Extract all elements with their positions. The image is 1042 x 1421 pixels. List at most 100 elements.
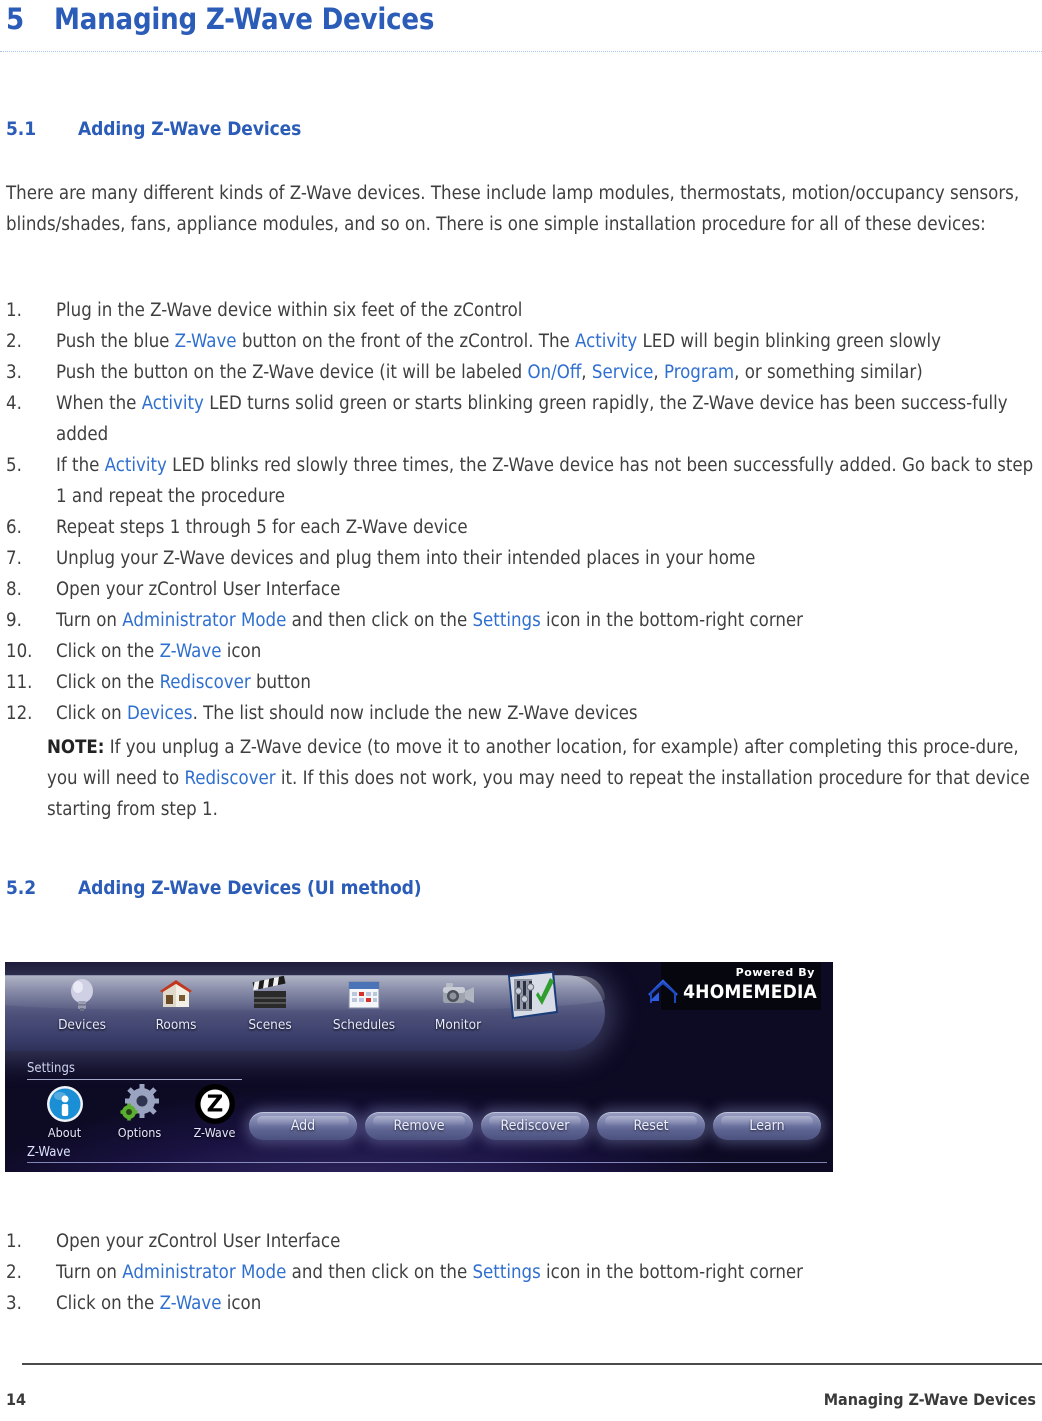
brand-row: 4HOMEMEDIA: [647, 979, 817, 1005]
text-run: icon: [221, 641, 262, 662]
zwave-underline: [27, 1162, 827, 1163]
camera-icon: [411, 974, 505, 1016]
brand-name: 4HOMEMEDIA: [683, 981, 817, 1003]
nav-item-scenes[interactable]: Scenes: [223, 974, 317, 1033]
list-item-text: Click on the Z-Wave icon: [56, 641, 261, 662]
highlighted-term: Activity: [104, 455, 167, 476]
nav-item-rooms[interactable]: Rooms: [129, 974, 223, 1033]
list-item: 3. Click on the Z-Wave icon: [6, 1288, 1036, 1319]
settings-tile-button[interactable]: [502, 969, 562, 1025]
section-heading-5-1: 5.1 Adding Z-Wave Devices: [6, 118, 301, 140]
list-item: 8. Open your zControl User Interface: [6, 574, 1036, 605]
nav-item-devices[interactable]: Devices: [35, 974, 129, 1033]
add-button[interactable]: Add: [249, 1112, 357, 1140]
section-heading-5-2: 5.2 Adding Z-Wave Devices (UI method): [6, 877, 422, 899]
text-run: Open your zControl User Interface: [56, 579, 341, 600]
list-item: 7. Unplug your Z-Wave devices and plug th…: [6, 543, 1036, 574]
list-item-text: Click on Devices. The list should now in…: [56, 703, 638, 724]
text-run: . The list should now include the new Z-…: [192, 703, 638, 724]
ui-procedure-list: 1. Open your zControl User Interface 2. Tur…: [6, 1226, 1036, 1319]
highlighted-term: Z-Wave: [159, 641, 222, 662]
list-item-text: If the Activity LED blinks red slowly th…: [56, 455, 1033, 507]
list-item-text: Open your zControl User Interface: [56, 579, 340, 600]
document-page: 5 Managing Z-Wave Devices 5.1 Adding Z-W…: [0, 0, 1042, 1421]
text-run: Unplug your Z-Wave devices and plug them…: [56, 548, 756, 569]
nav-item-schedules[interactable]: Schedules: [317, 974, 411, 1033]
list-item-number: 4.: [6, 393, 22, 414]
chapter-title: Managing Z-Wave Devices: [54, 2, 435, 36]
page-footer: 14 Managing Z-Wave Devices: [6, 1390, 1036, 1409]
nav-item-monitor[interactable]: Monitor: [411, 974, 505, 1033]
reset-button[interactable]: Reset: [597, 1112, 705, 1140]
text-run: Push the blue: [56, 331, 175, 352]
calendar-icon: [317, 974, 411, 1016]
zcontrol-ui-screenshot: Devices Rooms Scenes Schedules Monitor Power…: [5, 962, 833, 1172]
zwave-action-buttons: Add Remove Rediscover Reset Learn: [249, 1112, 821, 1140]
clapperboard-icon: [223, 974, 317, 1016]
nav-item-label: Monitor: [434, 1017, 482, 1033]
text-run: icon in the bottom-right corner: [540, 1262, 803, 1283]
text-run: Click on: [56, 703, 127, 724]
learn-button[interactable]: Learn: [713, 1112, 821, 1140]
note-text: If you unplug a Z-Wave device (to move i…: [47, 737, 1030, 820]
text-run: and then click on the: [286, 610, 473, 631]
page-number: 14: [6, 1390, 27, 1409]
list-item-number: 9.: [6, 610, 22, 631]
gear-icon: [102, 1083, 177, 1125]
highlighted-term: On/Off: [527, 362, 582, 383]
highlighted-term: Devices: [126, 703, 193, 724]
list-item: 6. Repeat steps 1 through 5 for each Z-Wa…: [6, 512, 1036, 543]
settings-item-about[interactable]: About: [27, 1083, 102, 1140]
text-run: Push the button on the Z-Wave device (it…: [56, 362, 528, 383]
list-item-number: 8.: [6, 579, 22, 600]
text-run: , or something similar): [734, 362, 923, 383]
lightbulb-icon: [35, 974, 129, 1016]
list-item: 4. When the Activity LED turns solid gree…: [6, 388, 1036, 450]
navigation-items: Devices Rooms Scenes Schedules Monitor: [35, 974, 505, 1033]
list-item-text: Plug in the Z-Wave device within six fee…: [56, 300, 522, 321]
powered-by-label: Powered By: [735, 966, 815, 979]
highlighted-term: Activity: [141, 393, 204, 414]
text-run: icon: [221, 1293, 262, 1314]
highlighted-term: Administrator Mode: [122, 610, 287, 631]
note-block: NOTE: If you unplug a Z-Wave device (to …: [47, 732, 1035, 825]
header-divider: [0, 51, 1042, 53]
list-item: 3. Push the button on the Z-Wave device (…: [6, 357, 1036, 388]
highlighted-term: Rediscover: [184, 768, 276, 789]
settings-item-options[interactable]: Options: [102, 1083, 177, 1140]
text-run: When the: [56, 393, 142, 414]
list-item-number: 10.: [6, 641, 33, 662]
nav-item-label: Devices: [58, 1017, 106, 1033]
footer-divider: [22, 1363, 1042, 1365]
list-item-number: 3.: [6, 362, 22, 383]
list-item-number: 1.: [6, 300, 22, 321]
text-run: Click on the: [56, 641, 160, 662]
zwave-section-label: Z-Wave: [27, 1145, 71, 1160]
list-item-number: 5.: [6, 455, 22, 476]
list-item-number: 11.: [6, 672, 33, 693]
highlighted-term: Administrator Mode: [122, 1262, 287, 1283]
list-item-number: 7.: [6, 548, 22, 569]
rediscover-button[interactable]: Rediscover: [481, 1112, 589, 1140]
highlighted-term: Program: [663, 362, 735, 383]
chapter-number: 5: [6, 2, 24, 36]
remove-button[interactable]: Remove: [365, 1112, 473, 1140]
text-run: ,: [581, 362, 592, 383]
list-item: 1. Open your zControl User Interface: [6, 1226, 1036, 1257]
note-label: NOTE:: [47, 737, 105, 758]
settings-item-z-wave[interactable]: Z Z-Wave: [177, 1083, 252, 1140]
highlighted-term: Rediscover: [159, 672, 251, 693]
intro-paragraph: There are many different kinds of Z-Wave…: [6, 183, 1020, 235]
svg-text:Z: Z: [206, 1092, 223, 1118]
section-number: 5.1: [6, 118, 36, 140]
house-arrow-logo-icon: [648, 979, 678, 1003]
list-item-text: Push the blue Z-Wave button on the front…: [56, 331, 941, 352]
main-procedure-list: 1. Plug in the Z-Wave device within six f…: [6, 295, 1036, 729]
zwave-icon: Z: [177, 1083, 252, 1125]
list-item-number: 2.: [6, 1262, 22, 1283]
button-label: Reset: [633, 1118, 669, 1134]
text-run: If the: [56, 455, 105, 476]
text-run: Repeat steps 1 through 5 for each Z-Wave…: [56, 517, 468, 538]
section-number: 5.2: [6, 877, 36, 899]
list-item-text: Open your zControl User Interface: [56, 1231, 340, 1252]
